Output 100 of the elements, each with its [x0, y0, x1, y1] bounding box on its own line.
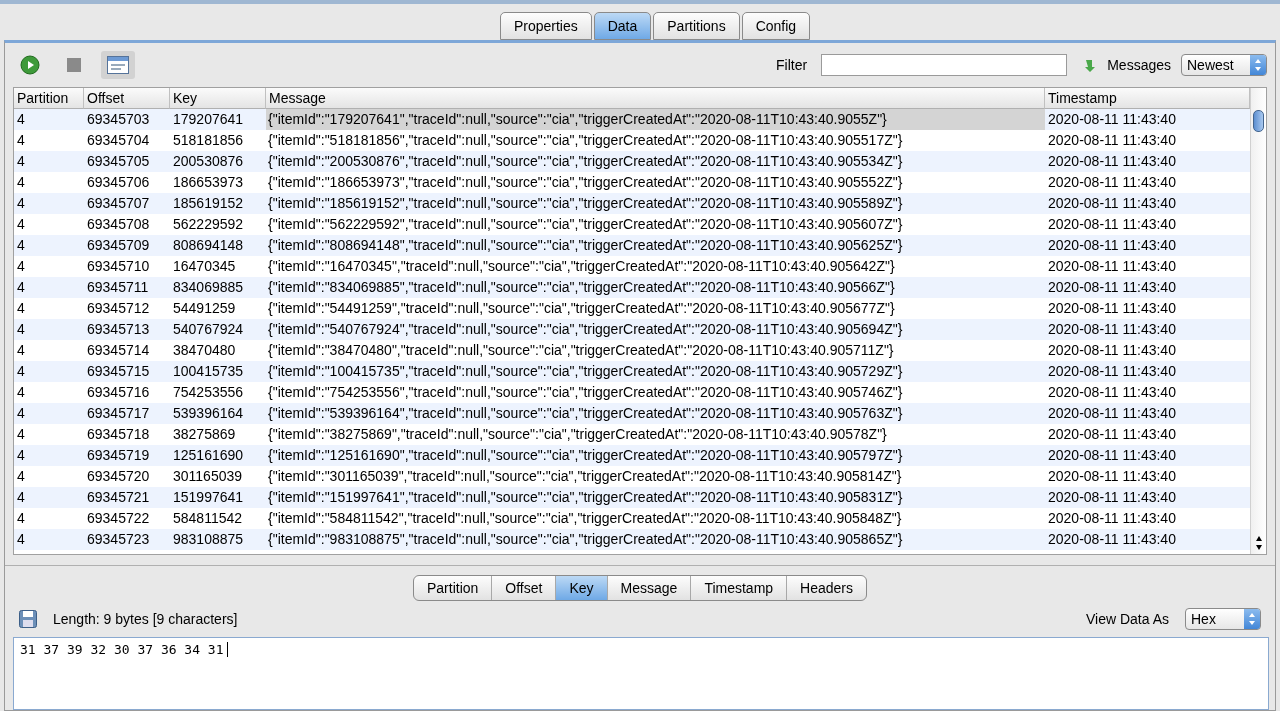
table-cell-text: 69345706	[86, 173, 151, 192]
table-cell: {"itemId":"200530876","traceId":null,"source":"cia","triggerCreatedAt":"2020-08-11T10:43:40.905534Z"}	[266, 151, 1045, 172]
tab[interactable]: Headers	[787, 576, 866, 600]
table-cell-text: 186653973	[172, 173, 245, 192]
table-cell-text: 2020-08-11 11:43:40	[1047, 425, 1177, 444]
table-cell-text: {"itemId":"54491259","traceId":null,"source":"cia","triggerCreatedAt":"2020-08-11T10:43:40.905677Z"}	[267, 299, 896, 318]
table-cell-text: 2020-08-11 11:43:40	[1047, 131, 1177, 150]
table-cell-text: 2020-08-11 11:43:40	[1047, 299, 1177, 318]
column-header[interactable]: Timestamp	[1045, 88, 1250, 109]
tab[interactable]: Timestamp	[691, 576, 788, 600]
tab[interactable]: Partitions	[653, 12, 740, 40]
messages-dropdown[interactable]: Newest	[1181, 54, 1267, 76]
table-cell: 834069885	[170, 277, 266, 298]
table-cell: 185619152	[170, 193, 266, 214]
table-cell-text: 69345720	[86, 467, 151, 486]
view-data-dropdown[interactable]: Hex	[1185, 608, 1261, 630]
table-cell-text: 69345710	[86, 257, 151, 276]
table-cell: 808694148	[170, 235, 266, 256]
tab[interactable]: Config	[741, 12, 811, 40]
table-cell: 2020-08-11 11:43:40	[1045, 403, 1250, 424]
table-cell: {"itemId":"125161690","traceId":null,"source":"cia","triggerCreatedAt":"2020-08-11T10:43:40.905797Z"}	[266, 445, 1045, 466]
table-cell: 125161690	[170, 445, 266, 466]
table-cell-text: 4	[16, 425, 26, 444]
table-cell: 2020-08-11 11:43:40	[1045, 529, 1250, 550]
table-cell: {"itemId":"539396164","traceId":null,"source":"cia","triggerCreatedAt":"2020-08-11T10:43:40.905763Z"}	[266, 403, 1045, 424]
table-cell: {"itemId":"179207641","traceId":null,"source":"cia","triggerCreatedAt":"2020-08-11T10:43:40.9055Z"}	[266, 109, 1045, 130]
scroll-thumb[interactable]	[1253, 110, 1264, 132]
save-icon[interactable]	[19, 610, 37, 628]
table-cell: 4	[14, 487, 84, 508]
table-cell: 2020-08-11 11:43:40	[1045, 235, 1250, 256]
table-cell-text: 4	[16, 341, 26, 360]
table-cell: 540767924	[170, 319, 266, 340]
table-cell-text: 4	[16, 509, 26, 528]
scroll-down-icon[interactable]	[1254, 544, 1263, 551]
tab[interactable]: Partition	[414, 576, 493, 600]
tab[interactable]: Key	[556, 576, 608, 600]
table-cell: 2020-08-11 11:43:40	[1045, 193, 1250, 214]
scrollbar[interactable]	[1250, 88, 1266, 554]
table-cell: 69345705	[84, 151, 170, 172]
table-cell: {"itemId":"983108875","traceId":null,"source":"cia","triggerCreatedAt":"2020-08-11T10:43:40.905865Z"}	[266, 529, 1045, 550]
data-text-area[interactable]: 31 37 39 32 30 37 36 34 31	[13, 637, 1269, 710]
table-cell: {"itemId":"151997641","traceId":null,"source":"cia","triggerCreatedAt":"2020-08-11T10:43:40.905831Z"}	[266, 487, 1045, 508]
table-cell: {"itemId":"540767924","traceId":null,"source":"cia","triggerCreatedAt":"2020-08-11T10:43:40.905694Z"}	[266, 319, 1045, 340]
table-cell: 4	[14, 109, 84, 130]
table-cell: 539396164	[170, 403, 266, 424]
table-cell-text: {"itemId":"301165039","traceId":null,"source":"cia","triggerCreatedAt":"2020-08-11T10:43:40.905814Z"}	[267, 467, 903, 486]
column-header[interactable]: Key	[170, 88, 266, 109]
play-icon[interactable]	[20, 55, 40, 75]
column-header[interactable]: Message	[266, 88, 1045, 109]
table-cell: 2020-08-11 11:43:40	[1045, 319, 1250, 340]
table-cell-text: {"itemId":"186653973","traceId":null,"source":"cia","triggerCreatedAt":"2020-08-11T10:43:40.905552Z"}	[267, 173, 904, 192]
table-cell: 69345713	[84, 319, 170, 340]
table-cell: 4	[14, 361, 84, 382]
table-cell-text: 38470480	[172, 341, 237, 360]
scroll-up-icon[interactable]	[1254, 535, 1263, 542]
table-cell: 4	[14, 445, 84, 466]
messages-label: Messages	[1107, 57, 1171, 73]
tab[interactable]: Message	[607, 576, 692, 600]
stepper-icon	[1254, 58, 1262, 72]
table-cell-text: {"itemId":"38275869","traceId":null,"source":"cia","triggerCreatedAt":"2020-08-11T10:43:40.90578Z"}	[267, 425, 888, 444]
table-cell-text: 4	[16, 467, 26, 486]
table-cell: 179207641	[170, 109, 266, 130]
table-cell-text: {"itemId":"754253556","traceId":null,"source":"cia","triggerCreatedAt":"2020-08-11T10:43:40.905746Z"}	[267, 383, 904, 402]
table-cell-text: 69345716	[86, 383, 151, 402]
filter-field[interactable]	[821, 54, 1068, 76]
table-cell-text: 2020-08-11 11:43:40	[1047, 173, 1177, 192]
tab[interactable]: Data	[593, 12, 652, 40]
table-cell: 69345711	[84, 277, 170, 298]
table-cell-text: 4	[16, 131, 26, 150]
table-cell: 69345721	[84, 487, 170, 508]
table-cell-text: 54491259	[172, 299, 237, 318]
table-cell: 4	[14, 235, 84, 256]
table-cell-text: 4	[16, 173, 26, 192]
table-cell: 200530876	[170, 151, 266, 172]
table-cell-text: 69345714	[86, 341, 151, 360]
table-cell: 69345715	[84, 361, 170, 382]
table-cell-text: 4	[16, 383, 26, 402]
table-cell: {"itemId":"100415735","traceId":null,"source":"cia","triggerCreatedAt":"2020-08-11T10:43:40.905729Z"}	[266, 361, 1045, 382]
table-cell: 2020-08-11 11:43:40	[1045, 151, 1250, 172]
table-cell-text: 69345718	[86, 425, 151, 444]
table-cell-text: 584811542	[172, 509, 244, 528]
window-icon[interactable]	[107, 56, 129, 74]
table-cell-text: 38275869	[172, 425, 237, 444]
table-cell: {"itemId":"808694148","traceId":null,"source":"cia","triggerCreatedAt":"2020-08-11T10:43:40.905625Z"}	[266, 235, 1045, 256]
table-cell-text: 2020-08-11 11:43:40	[1047, 467, 1177, 486]
column-header[interactable]: Offset	[84, 88, 170, 109]
table-cell-text: {"itemId":"38470480","traceId":null,"source":"cia","triggerCreatedAt":"2020-08-11T10:43:40.905711Z"}	[267, 341, 895, 360]
tab[interactable]: Properties	[499, 12, 592, 40]
table-cell: 151997641	[170, 487, 266, 508]
length-label: Length: 9 bytes [9 characters]	[53, 611, 238, 627]
table-cell-text: {"itemId":"16470345","traceId":null,"source":"cia","triggerCreatedAt":"2020-08-11T10:43:40.905642Z"}	[267, 257, 896, 276]
table-cell-text: 562229592	[172, 215, 245, 234]
column-header[interactable]: Partition	[14, 88, 84, 109]
view-data-label: View Data As	[1086, 611, 1169, 627]
table-cell-text: {"itemId":"584811542","traceId":null,"source":"cia","triggerCreatedAt":"2020-08-11T10:43:40.905848Z"}	[267, 509, 903, 528]
table-cell-text: 69345708	[86, 215, 151, 234]
table-cell-text: 518181856	[172, 131, 245, 150]
table-cell: 2020-08-11 11:43:40	[1045, 361, 1250, 382]
table-cell: 100415735	[170, 361, 266, 382]
table-cell-text: 2020-08-11 11:43:40	[1047, 383, 1177, 402]
